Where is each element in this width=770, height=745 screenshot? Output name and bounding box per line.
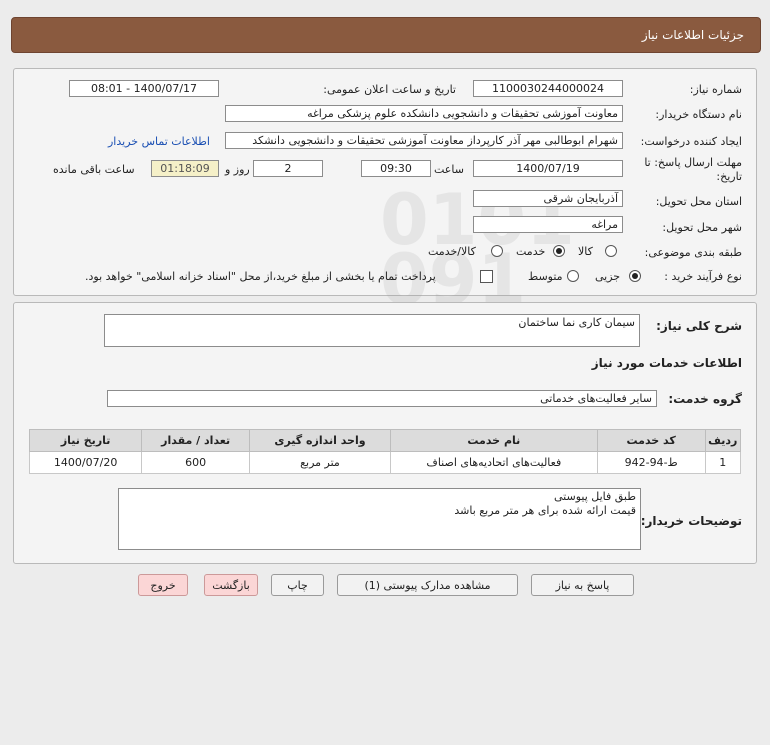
cell-quantity: 600 <box>141 451 251 474</box>
process-radio-medium[interactable] <box>567 270 579 282</box>
cell-row-number: 1 <box>704 451 742 474</box>
deadline-label-1: مهلت ارسال پاسخ: تا <box>644 156 742 169</box>
buyer-notes-field: طبق فایل پیوستی قیمت ارائه شده برای هر م… <box>118 488 641 550</box>
reply-button[interactable]: پاسخ به نیاز <box>531 574 634 596</box>
deadline-time-field: 09:30 <box>361 160 431 177</box>
col-quantity: تعداد / مقدار <box>141 429 251 452</box>
days-field: 2 <box>253 160 323 177</box>
service-group-label: گروه خدمت: <box>668 392 742 406</box>
col-row-number: ردیف <box>704 429 742 452</box>
buyer-notes-line-2: قیمت ارائه شده برای هر متر مربع باشد <box>454 504 636 517</box>
page-title: جزئیات اطلاعات نیاز <box>641 28 744 42</box>
process-option-medium: متوسط <box>528 270 563 283</box>
process-radio-minor[interactable] <box>629 270 641 282</box>
col-service-name: نام خدمت <box>389 429 598 452</box>
buyer-org-label: نام دستگاه خریدار: <box>655 108 742 121</box>
deadline-date-field: 1400/07/19 <box>473 160 623 177</box>
remaining-label: ساعت باقی مانده <box>53 163 135 176</box>
services-table-wrapper: ردیف کد خدمت نام خدمت واحد اندازه گیری ت… <box>28 429 742 474</box>
category-option-goods-service: کالا/خدمت <box>428 245 476 258</box>
buyer-notes-label: توضیحات خریدار: <box>640 514 742 528</box>
page-header: جزئیات اطلاعات نیاز <box>11 17 761 53</box>
col-need-date: تاریخ نیاز <box>28 429 143 452</box>
treasury-payment-checkbox[interactable] <box>480 270 493 283</box>
announce-field: 1400/07/17 - 08:01 <box>69 80 219 97</box>
cell-unit: متر مربع <box>249 451 391 474</box>
category-radio-service[interactable] <box>553 245 565 257</box>
province-label: استان محل تحویل: <box>655 195 742 208</box>
col-unit: واحد اندازه گیری <box>249 429 391 452</box>
deadline-time-label: ساعت <box>434 163 464 176</box>
buyer-org-field: معاونت آموزشی تحقیقات و دانشجویی دانشکده… <box>225 105 623 122</box>
table-row: 1 ط-94-942 فعالیت‌های اتحادیه‌های اصناف … <box>28 451 742 474</box>
buyer-contact-link[interactable]: اطلاعات تماس خریدار <box>108 135 210 148</box>
process-label: نوع فرآیند خرید : <box>664 270 742 283</box>
cell-service-name: فعالیت‌های اتحادیه‌های اصناف <box>389 451 598 474</box>
summary-field: سیمان کاری نما ساختمان <box>104 314 640 347</box>
view-attachments-button[interactable]: مشاهده مدارک پیوستی (1) <box>337 574 518 596</box>
remaining-time-field: 01:18:09 <box>151 160 219 177</box>
deadline-label-2: تاریخ: <box>716 170 742 183</box>
need-number-label: شماره نیاز: <box>689 83 742 96</box>
category-radio-goods-service[interactable] <box>491 245 503 257</box>
city-field: مراغه <box>473 216 623 233</box>
creator-label: ایجاد کننده درخواست: <box>640 135 742 148</box>
services-table: ردیف کد خدمت نام خدمت واحد اندازه گیری ت… <box>28 429 742 474</box>
province-field: آذربایجان شرقی <box>473 190 623 207</box>
process-option-minor: جزیی <box>595 270 621 283</box>
summary-label: شرح کلی نیاز: <box>656 319 742 333</box>
category-option-service: خدمت <box>516 245 546 258</box>
category-label: طبقه بندی موضوعی: <box>644 246 742 259</box>
announce-label: تاریخ و ساعت اعلان عمومی: <box>323 83 456 96</box>
col-service-code: کد خدمت <box>596 429 706 452</box>
need-info-panel <box>13 68 757 296</box>
table-header-row: ردیف کد خدمت نام خدمت واحد اندازه گیری ت… <box>28 429 742 452</box>
creator-field: شهرام ابوطالبی مهر آذر کارپرداز معاونت آ… <box>225 132 623 149</box>
need-number-field: 1100030244000024 <box>473 80 623 97</box>
category-option-goods: کالا <box>578 245 593 258</box>
treasury-payment-note: پرداخت تمام یا بخشی از مبلغ خرید،از محل … <box>85 270 436 283</box>
days-label: روز و <box>225 163 250 176</box>
services-section-title: اطلاعات خدمات مورد نیاز <box>591 356 742 370</box>
print-button[interactable]: چاپ <box>271 574 324 596</box>
cell-need-date: 1400/07/20 <box>28 451 143 474</box>
buyer-notes-line-1: طبق فایل پیوستی <box>553 490 636 503</box>
service-group-field: سایر فعالیت‌های خدماتی <box>107 390 657 407</box>
back-button[interactable]: بازگشت <box>204 574 258 596</box>
cell-service-code: ط-94-942 <box>596 451 706 474</box>
category-radio-goods[interactable] <box>605 245 617 257</box>
exit-button[interactable]: خروج <box>138 574 188 596</box>
city-label: شهر محل تحویل: <box>662 221 742 234</box>
